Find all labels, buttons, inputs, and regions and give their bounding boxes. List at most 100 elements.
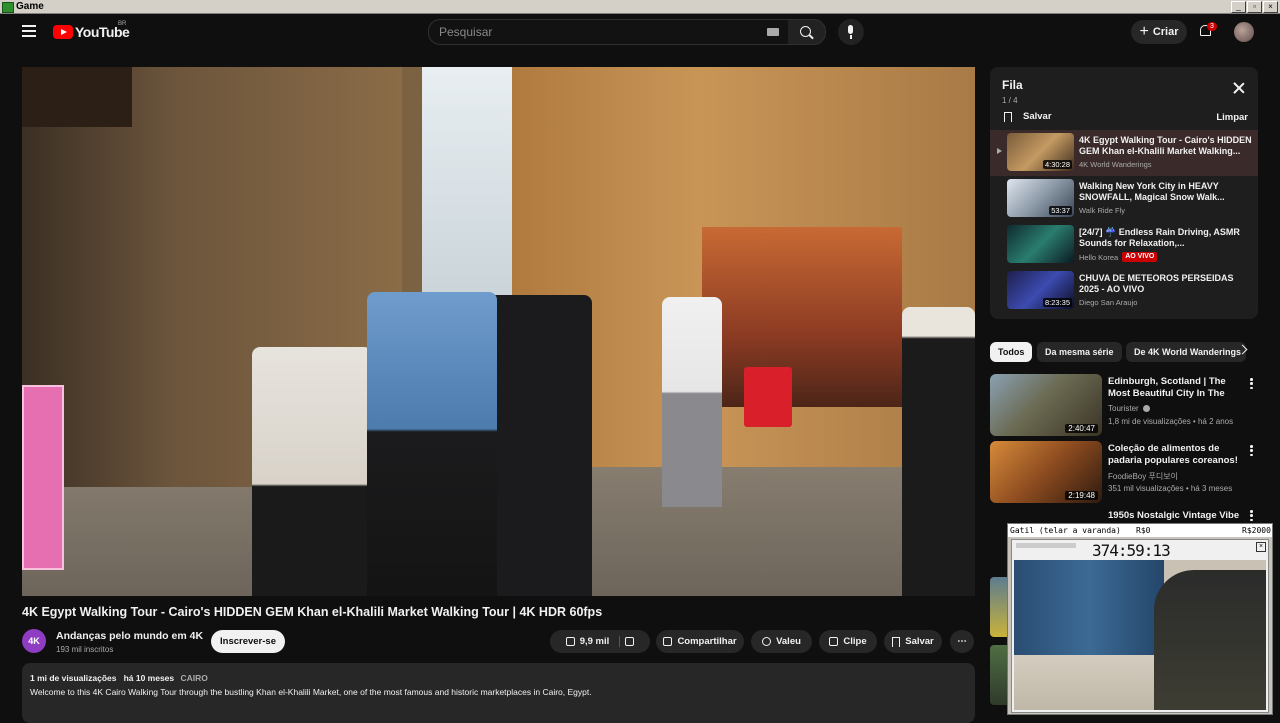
thumbs-up-icon — [565, 637, 575, 646]
plus-icon: + — [1139, 23, 1149, 40]
queue-item-title: CHUVA DE METEOROS PERSEIDAS 2025 - AO VI… — [1079, 273, 1234, 294]
webcam-feed — [1014, 560, 1266, 710]
user-avatar[interactable] — [1234, 22, 1254, 42]
goal-label: Gatil (telar a varanda) — [1010, 526, 1121, 535]
thumbs-down-icon[interactable] — [625, 637, 635, 646]
recommendation-title: 1950s Nostalgic Vintage Vibe — [1108, 510, 1240, 521]
thanks-label: Valeu — [776, 636, 801, 647]
live-badge: AO VIVO — [1122, 252, 1158, 262]
channel-avatar[interactable]: 4K — [22, 629, 46, 653]
queue-title: Fila — [1002, 78, 1023, 92]
countdown-timer: 374:59:13 — [1092, 541, 1171, 560]
video-frame — [22, 67, 975, 596]
video-title: 4K Egypt Walking Tour - Cairo's HIDDEN G… — [22, 605, 603, 619]
chip-same-series[interactable]: Da mesma série — [1037, 342, 1122, 362]
queue-item-title: 4K Egypt Walking Tour - Cairo's HIDDEN G… — [1079, 135, 1252, 156]
clip-label: Clipe — [843, 636, 867, 647]
window-controls: _ ▫ × — [1231, 1, 1278, 13]
share-button[interactable]: Compartilhar — [656, 630, 744, 653]
subscribe-button[interactable]: Inscrever-se — [211, 630, 285, 653]
stream-overlay: Gatil (telar a varanda) R$0 R$2000 374:5… — [1007, 523, 1273, 715]
queue-thumbnail: 4:30:28 — [1007, 133, 1074, 171]
recommendation-thumbnail: 2:40:47 — [990, 374, 1102, 436]
country-code: BR — [118, 21, 127, 27]
description-box[interactable]: 1 mi de visualizações há 10 meses CAIRO … — [22, 663, 975, 723]
location-tag[interactable]: CAIRO — [181, 673, 208, 683]
clip-button[interactable]: Clipe — [819, 630, 877, 653]
queue-item[interactable]: [24/7] ☔ Endless Rain Driving, ASMR Soun… — [990, 222, 1258, 268]
minimize-button[interactable]: _ — [1231, 1, 1246, 13]
thanks-button[interactable]: Valeu — [751, 630, 812, 653]
save-button[interactable]: Salvar — [884, 630, 942, 653]
recommendation-meta: 351 mil visualizações • há 3 meses — [1108, 484, 1233, 493]
queue-clear-button[interactable]: Limpar — [1216, 112, 1248, 123]
queue-save-label: Salvar — [1023, 111, 1052, 122]
bookmark-icon — [892, 636, 901, 647]
create-button[interactable]: + Criar — [1131, 20, 1187, 44]
recommendation-channel: FoodieBoy 푸디보이 — [1108, 472, 1178, 481]
recommendation-title: Coleção de alimentos de padaria populare… — [1108, 443, 1238, 466]
window-titlebar: Game _ ▫ × — [0, 0, 1280, 14]
close-window-button[interactable]: × — [1263, 1, 1278, 13]
maximize-button[interactable]: ▫ — [1247, 1, 1262, 13]
queue-item-channel: Walk Ride Fly — [1079, 206, 1125, 215]
chip-all[interactable]: Todos — [990, 342, 1033, 362]
search-icon — [800, 26, 811, 37]
scissors-icon — [829, 637, 839, 646]
recommendation-meta: 1,8 mi de visualizações • há 2 anos — [1108, 417, 1234, 426]
more-options-icon[interactable] — [1250, 510, 1253, 521]
save-label: Salvar — [905, 636, 934, 647]
queue-item[interactable]: 8:23:35 CHUVA DE METEOROS PERSEIDAS 2025… — [990, 268, 1258, 314]
verified-icon — [1142, 405, 1150, 412]
more-icon: ⋯ — [957, 636, 967, 647]
partial-thumbnails — [990, 577, 1008, 707]
recommendation-item[interactable]: 1950s Nostalgic Vintage Vibe — [990, 508, 1258, 522]
recommendation-item[interactable]: 2:40:47 Edinburgh, Scotland | The Most B… — [990, 374, 1258, 440]
bookmark-icon — [1004, 111, 1012, 122]
notification-badge: 3 — [1207, 22, 1217, 31]
share-label: Compartilhar — [677, 636, 737, 647]
timer-window-title — [1016, 543, 1076, 548]
queue-item[interactable]: 53:37 Walking New York City in HEAVY SNO… — [990, 176, 1258, 222]
queue-item[interactable]: 4:30:28 4K Egypt Walking Tour - Cairo's … — [990, 130, 1258, 176]
microphone-icon[interactable] — [838, 19, 864, 45]
like-dislike-group: 9,9 mil — [550, 630, 650, 653]
queue-item-title: [24/7] ☔ Endless Rain Driving, ASMR Soun… — [1079, 227, 1240, 248]
create-label: Criar — [1152, 26, 1179, 38]
chip-from-channel[interactable]: De 4K World Wanderings — [1126, 342, 1246, 362]
recommendation-item[interactable]: 2:19:48 Coleção de alimentos de padaria … — [990, 441, 1258, 507]
filter-chips: Todos Da mesma série De 4K World Wanderi… — [990, 342, 1258, 362]
subscriber-count: 193 mil inscritos — [56, 645, 114, 654]
description-text: Welcome to this 4K Cairo Walking Tour th… — [30, 687, 592, 697]
queue-item-title: Walking New York City in HEAVY SNOWFALL,… — [1079, 181, 1225, 202]
video-stats: 1 mi de visualizações há 10 meses CAIRO — [30, 673, 208, 683]
like-button[interactable]: 9,9 mil — [565, 636, 621, 647]
close-icon[interactable] — [1232, 81, 1246, 95]
more-actions-button[interactable]: ⋯ — [950, 630, 974, 653]
now-playing-icon — [997, 148, 1002, 154]
top-bar: YouTube BR Pesquisar + Criar 3 — [0, 14, 1280, 54]
window-title: Game — [16, 1, 44, 12]
view-count: 1 mi de visualizações — [30, 673, 117, 683]
recommendation-duration: 2:40:47 — [1065, 424, 1098, 433]
search-input[interactable]: Pesquisar — [439, 25, 492, 39]
donation-goal-bar: Gatil (telar a varanda) R$0 R$2000 — [1008, 524, 1272, 537]
channel-name[interactable]: Andanças pelo mundo em 4K — [56, 630, 203, 642]
search-button[interactable] — [788, 19, 826, 45]
timer-window: 374:59:13 × — [1011, 539, 1269, 713]
app-icon — [2, 2, 14, 13]
queue-save-button[interactable]: Salvar — [1004, 111, 1052, 122]
menu-icon[interactable] — [22, 25, 36, 37]
recommendation-thumbnail: 2:19:48 — [990, 441, 1102, 503]
share-icon — [663, 637, 673, 646]
upload-age: há 10 meses — [123, 673, 175, 683]
close-icon[interactable]: × — [1256, 542, 1266, 552]
video-player[interactable] — [22, 67, 975, 596]
queue-duration: 8:23:35 — [1042, 298, 1072, 307]
youtube-play-icon — [53, 25, 73, 39]
search-box[interactable]: Pesquisar — [428, 19, 790, 45]
keyboard-icon[interactable] — [767, 28, 779, 36]
more-options-icon[interactable] — [1250, 445, 1253, 456]
more-options-icon[interactable] — [1250, 378, 1253, 389]
recommendation-channel: Tourister — [1108, 404, 1150, 413]
